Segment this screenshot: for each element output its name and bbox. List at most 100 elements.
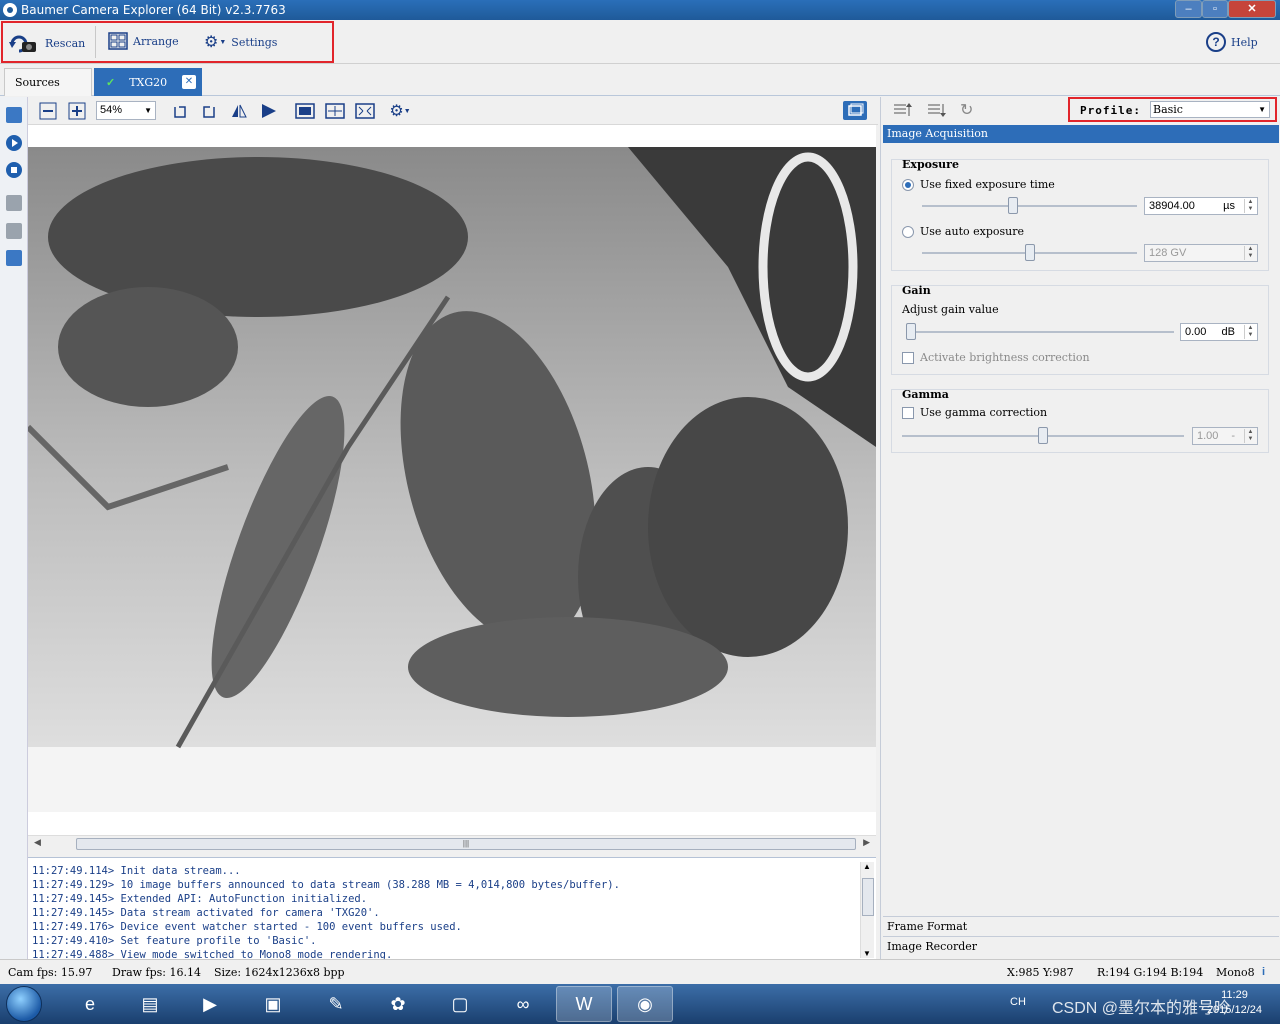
gamma-group: Gamma Use gamma correction 1.00 - ▲ ▼ (891, 388, 1269, 453)
gamma-input[interactable]: 1.00 - ▲ ▼ (1192, 427, 1258, 445)
arrange-button[interactable]: Arrange (108, 32, 179, 50)
sort-ascending-icon[interactable] (893, 102, 913, 118)
play-icon[interactable] (6, 135, 22, 151)
log-line: 11:27:49.129> 10 image buffers announced… (32, 879, 620, 891)
minimize-button[interactable]: – (1175, 0, 1202, 18)
rescan-icon (9, 35, 36, 53)
info-icon[interactable]: i (1262, 966, 1265, 978)
spinner-icon[interactable]: ▲ ▼ (1244, 429, 1256, 443)
gain-title: Gain (902, 284, 931, 297)
fullscreen-icon[interactable] (355, 102, 375, 120)
restore-view-button[interactable] (843, 101, 867, 120)
tab-camera[interactable]: ✓ TXG20 ✕ (94, 68, 202, 96)
language-indicator[interactable]: CH (1010, 996, 1026, 1008)
tab-camera-label: TXG20 (129, 75, 168, 89)
cam-fps: Cam fps: 15.97 (8, 966, 93, 979)
log-line: 11:27:49.410> Set feature profile to 'Ba… (32, 935, 317, 947)
snapshot-icon[interactable] (6, 195, 22, 211)
scroll-down-icon[interactable]: ▼ (863, 949, 871, 958)
close-window-button[interactable]: ✕ (1228, 0, 1276, 18)
gamma-unit: - (1231, 430, 1235, 442)
zoom-out-icon[interactable] (38, 102, 58, 120)
fixed-exposure-value: 38904.00 (1149, 200, 1195, 212)
camera-explorer-icon[interactable]: ◉ (617, 986, 673, 1022)
transfer-icon[interactable] (6, 250, 22, 266)
spinner-icon[interactable]: ▲ ▼ (1244, 325, 1256, 339)
computer-icon[interactable]: ▣ (245, 986, 301, 1022)
settings-button[interactable]: ⚙ ▼ Settings (204, 32, 277, 52)
rotate-left-icon[interactable] (170, 102, 190, 120)
flip-vertical-icon[interactable] (259, 102, 279, 120)
flip-horizontal-icon[interactable] (229, 102, 249, 120)
gain-slider-knob[interactable] (906, 323, 916, 340)
camera-image-view[interactable] (28, 125, 876, 835)
fit-window-icon[interactable] (295, 102, 315, 120)
settings-label: Settings (231, 35, 278, 49)
camera-settings-icon[interactable] (6, 107, 22, 123)
profile-select[interactable]: Basic ▼ (1150, 101, 1270, 118)
gain-group: Gain Adjust gain value 0.00 dB ▲ ▼ Activa… (891, 284, 1269, 375)
gamma-correction-label: Use gamma correction (920, 406, 1048, 419)
center-icon[interactable] (325, 102, 345, 120)
help-button[interactable]: ? Help (1206, 32, 1258, 52)
camera-live-image[interactable] (28, 147, 876, 812)
image-recorder-section[interactable]: Image Recorder (883, 936, 1279, 956)
time: 11:29 (1221, 989, 1248, 1001)
brightness-correction-checkbox[interactable] (902, 352, 914, 364)
fixed-exposure-slider[interactable] (922, 205, 1137, 207)
log-line: 11:27:49.488> View mode switched to Mono… (32, 949, 393, 959)
rescan-button[interactable]: Rescan (8, 32, 85, 54)
auto-exposure-radio[interactable] (902, 226, 914, 238)
view-settings-gear-icon[interactable]: ⚙ ▼ (389, 102, 410, 120)
maximize-button[interactable]: ▫ (1202, 0, 1228, 18)
arrange-icon (108, 32, 128, 50)
zoom-in-icon[interactable] (67, 102, 87, 120)
left-toolbar (0, 97, 28, 959)
log-scroll-thumb[interactable] (862, 878, 874, 916)
sort-descending-icon[interactable] (927, 102, 947, 118)
image-acquisition-header[interactable]: Image Acquisition (883, 125, 1279, 143)
spinner-icon[interactable]: ▲ ▼ (1244, 246, 1256, 260)
close-tab-icon[interactable]: ✕ (182, 75, 196, 89)
profile-label: Profile: (1080, 104, 1141, 117)
log-scrollbar[interactable]: ▲ ▼ (860, 862, 874, 958)
horizontal-scrollbar[interactable]: ◀ ||| ▶ (28, 835, 876, 851)
rotate-right-icon[interactable] (199, 102, 219, 120)
gamma-correction-checkbox[interactable] (902, 407, 914, 419)
record-icon[interactable] (6, 223, 22, 239)
start-button[interactable] (6, 986, 42, 1022)
gain-unit: dB (1221, 326, 1235, 338)
tab-sources[interactable]: Sources (4, 68, 92, 96)
stop-icon[interactable] (6, 162, 22, 178)
app-icon[interactable]: ∞ (495, 986, 551, 1022)
internet-explorer-icon[interactable]: e (62, 986, 118, 1022)
word-icon[interactable]: W (556, 986, 612, 1022)
scroll-thumb[interactable]: ||| (76, 838, 856, 850)
app-icon[interactable]: ✿ (370, 986, 426, 1022)
gain-slider[interactable] (906, 331, 1174, 333)
log-line: 11:27:49.176> Device event watcher start… (32, 921, 462, 933)
gain-input[interactable]: 0.00 dB ▲ ▼ (1180, 323, 1258, 341)
auto-exposure-input[interactable]: 128 GV ▲ ▼ (1144, 244, 1258, 262)
zoom-select[interactable]: 54% ▼ (96, 101, 156, 120)
fixed-exposure-input[interactable]: 38904.00 µs ▲ ▼ (1144, 197, 1258, 215)
exposure-title: Exposure (902, 158, 959, 171)
refresh-icon[interactable]: ↻ (960, 100, 973, 120)
auto-exposure-slider-knob[interactable] (1024, 244, 1035, 261)
clock[interactable]: 11:29 2015/12/24 (1207, 988, 1262, 1018)
paint-icon[interactable]: ✎ (308, 986, 364, 1022)
fixed-exposure-radio[interactable] (902, 179, 914, 191)
file-explorer-icon[interactable]: ▤ (122, 986, 178, 1022)
scroll-left-icon[interactable]: ◀ (34, 837, 41, 848)
scroll-up-icon[interactable]: ▲ (863, 862, 871, 871)
media-player-icon[interactable]: ▶ (182, 986, 238, 1022)
status-bar: Cam fps: 15.97 Draw fps: 16.14 Size: 162… (0, 959, 1280, 984)
rescan-label: Rescan (45, 36, 86, 50)
frame-format-section[interactable]: Frame Format (883, 916, 1279, 936)
fixed-exposure-slider-knob[interactable] (1008, 197, 1019, 214)
spinner-icon[interactable]: ▲ ▼ (1244, 199, 1256, 213)
app-icon[interactable]: ▢ (432, 986, 488, 1022)
gamma-slider-knob[interactable] (1038, 427, 1048, 444)
scroll-right-icon[interactable]: ▶ (863, 837, 870, 848)
tab-sources-label: Sources (15, 76, 60, 89)
